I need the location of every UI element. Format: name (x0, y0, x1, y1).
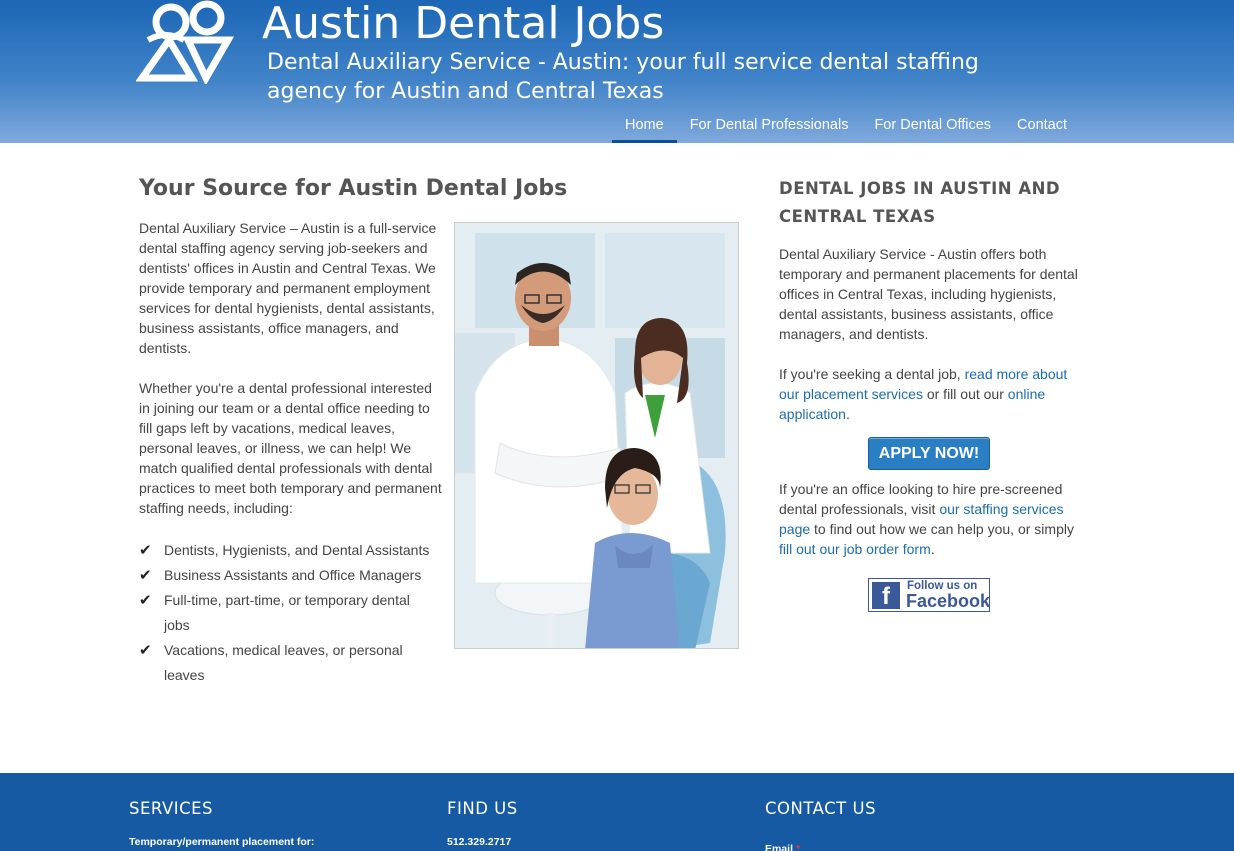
list-item: ✔ Dentists, Hygienists, and Dental Assist… (139, 538, 439, 563)
site-header: Austin Dental Jobs Dental Auxiliary Serv… (0, 0, 1234, 143)
list-item: ✔ Business Assistants and Office Managers (139, 563, 439, 588)
apply-now-button[interactable]: APPLY NOW! (868, 437, 990, 470)
list-item-label: Dentists, Hygienists, and Dental Assista… (164, 542, 430, 558)
dental-team-illustration (455, 223, 738, 648)
nav-item-dental-professionals[interactable]: For Dental Professionals (677, 114, 862, 143)
facebook-label: Facebook (906, 591, 991, 611)
help-paragraph: Whether you're a dental professional int… (139, 380, 442, 516)
sidebar-paragraph-placements: Dental Auxiliary Service - Austin offers… (779, 246, 1078, 342)
footer-contact-heading: CONTACT US (765, 799, 877, 818)
footer-services-text: Temporary/permanent placement for: (129, 836, 315, 848)
main-nav: Home For Dental Professionals For Dental… (612, 114, 1080, 143)
facebook-icon: f (872, 582, 900, 610)
nav-item-dental-offices[interactable]: For Dental Offices (861, 114, 1004, 143)
footer-phone[interactable]: 512.329.2717 (447, 836, 511, 848)
text-span: to find out how we can help you, or simp… (810, 521, 1074, 537)
footer-services-heading: SERVICES (129, 799, 214, 818)
list-item-label: Vacations, medical leaves, or personal l… (164, 642, 403, 683)
intro-paragraph: Dental Auxiliary Service – Austin is a f… (139, 220, 437, 356)
email-label-text: Email (765, 843, 794, 851)
sidebar-paragraph-job-seekers: If you're seeking a dental job, read mor… (779, 364, 1079, 424)
required-mark: * (795, 843, 801, 851)
sidebar-paragraph-offices: If you're an office looking to hire pre-… (779, 479, 1079, 559)
nav-item-contact[interactable]: Contact (1004, 114, 1080, 143)
text-span: . (930, 541, 935, 557)
job-order-form-link[interactable]: fill out our job order form (779, 541, 931, 557)
list-item: ✔ Full-time, part-time, or temporary dent… (139, 588, 439, 638)
checkmark-icon: ✔ (139, 642, 152, 659)
text-span: . (845, 406, 850, 422)
email-field-label: Email * (765, 843, 800, 851)
site-tagline: Dental Auxiliary Service - Austin: your … (267, 50, 979, 104)
services-checklist: ✔ Dentists, Hygienists, and Dental Assist… (139, 538, 439, 688)
checkmark-icon: ✔ (139, 542, 152, 559)
list-item: ✔ Vacations, medical leaves, or personal … (139, 638, 439, 688)
site-footer: SERVICES Temporary/permanent placement f… (0, 773, 1234, 851)
site-title[interactable]: Austin Dental Jobs (262, 0, 664, 49)
dental-team-photo (454, 222, 739, 649)
checkmark-icon: ✔ (139, 592, 152, 609)
list-item-label: Full-time, part-time, or temporary denta… (164, 592, 410, 633)
facebook-follow-button[interactable]: f Follow us on Facebook (868, 578, 990, 612)
footer-findus-heading: FIND US (447, 799, 518, 818)
text-span: or fill out our (922, 386, 1008, 402)
text-span: If you're seeking a dental job, (779, 366, 965, 382)
checkmark-icon: ✔ (139, 567, 152, 584)
list-item-label: Business Assistants and Office Managers (164, 567, 422, 583)
page-title: Your Source for Austin Dental Jobs (139, 176, 568, 201)
nav-item-home[interactable]: Home (612, 114, 677, 143)
logo-icon[interactable] (136, 0, 234, 84)
sidebar-title: Dental Jobs in Austin and Central Texas (779, 179, 1061, 226)
